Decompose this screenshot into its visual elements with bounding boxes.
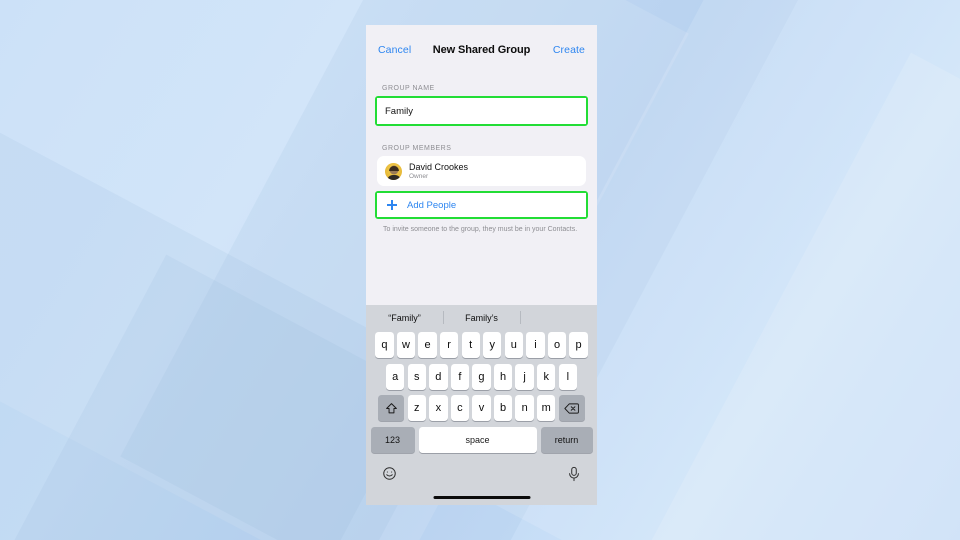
key-c[interactable]: c [450,395,470,421]
key-s[interactable]: s [407,363,426,390]
home-indicator [433,495,530,499]
add-people-button[interactable]: Add People [377,193,586,217]
suggestion-item[interactable]: “Family” [366,305,443,330]
group-members-list: David Crookes Owner [377,156,586,186]
key-j[interactable]: j [515,363,534,390]
cancel-button[interactable]: Cancel [378,44,411,56]
backspace-icon[interactable] [558,395,585,421]
smiley-face-icon[interactable] [382,466,397,486]
autocorrect-suggestion-bar: “Family” Family’s [366,305,597,330]
key-h[interactable]: h [493,363,513,390]
suggestion-item[interactable]: Family’s [443,305,520,330]
key-l[interactable]: l [558,363,577,390]
phone-device-frame: Cancel New Shared Group Create GROUP NAM… [366,25,597,505]
shift-arrow-icon[interactable] [378,395,405,421]
new-shared-group-sheet: Cancel New Shared Group Create GROUP NAM… [366,31,597,505]
key-r[interactable]: r [439,332,459,358]
member-text: David Crookes Owner [409,162,468,180]
keyboard-row-2: a s d f g h j k l [366,363,597,390]
avatar-body [386,174,401,180]
phone-screen: Cancel New Shared Group Create GROUP NAM… [366,25,597,505]
key-u[interactable]: u [504,332,524,358]
key-w[interactable]: w [396,332,416,358]
key-e[interactable]: e [418,332,437,358]
key-i[interactable]: i [526,332,545,358]
group-name-input[interactable]: Family [377,98,586,124]
keyboard-row-3: z x c v b n m [366,395,597,421]
key-m[interactable]: m [537,395,556,421]
group-name-value: Family [385,105,413,117]
microphone-icon[interactable] [567,466,581,487]
key-v[interactable]: v [472,395,491,421]
key-a[interactable]: a [385,363,405,390]
numbers-key[interactable]: 123 [370,426,415,453]
add-people-highlight-box: Add People [375,191,588,219]
key-y[interactable]: y [483,332,502,358]
key-t[interactable]: t [461,332,480,358]
group-name-section-header: GROUP NAME [382,85,435,92]
keyboard-row-4: 123 space return [366,426,597,453]
key-k[interactable]: k [537,363,556,390]
key-d[interactable]: d [429,363,448,390]
list-item[interactable]: David Crookes Owner [377,156,586,186]
key-p[interactable]: p [569,332,588,358]
member-role: Owner [409,173,429,180]
group-name-highlight-box: Family [375,96,588,126]
key-n[interactable]: n [515,395,534,421]
keyboard-row-1: q w e r t y u i o p [366,332,597,358]
group-members-footnote: To invite someone to the group, they mus… [383,226,578,233]
key-z[interactable]: z [407,395,426,421]
space-key[interactable]: space [418,426,537,453]
return-key[interactable]: return [540,426,593,453]
avatar-hair [388,165,399,171]
group-members-section-header: GROUP MEMBERS [382,145,452,152]
add-people-label: Add People [407,199,457,211]
onscreen-keyboard: “Family” Family’s q w e r t y u i o p a … [366,305,597,505]
avatar [385,162,402,180]
key-o[interactable]: o [547,332,567,358]
plus-icon [387,200,397,210]
key-f[interactable]: f [450,363,470,390]
create-button[interactable]: Create [553,44,585,56]
keyboard-bottom-bar [366,458,597,494]
key-b[interactable]: b [493,395,513,421]
suggestion-item-empty[interactable] [520,305,597,330]
member-name: David Crookes [409,162,469,172]
key-x[interactable]: x [429,395,448,421]
navigation-bar: Cancel New Shared Group Create [366,31,597,69]
key-q[interactable]: q [375,332,394,358]
key-g[interactable]: g [472,363,491,390]
